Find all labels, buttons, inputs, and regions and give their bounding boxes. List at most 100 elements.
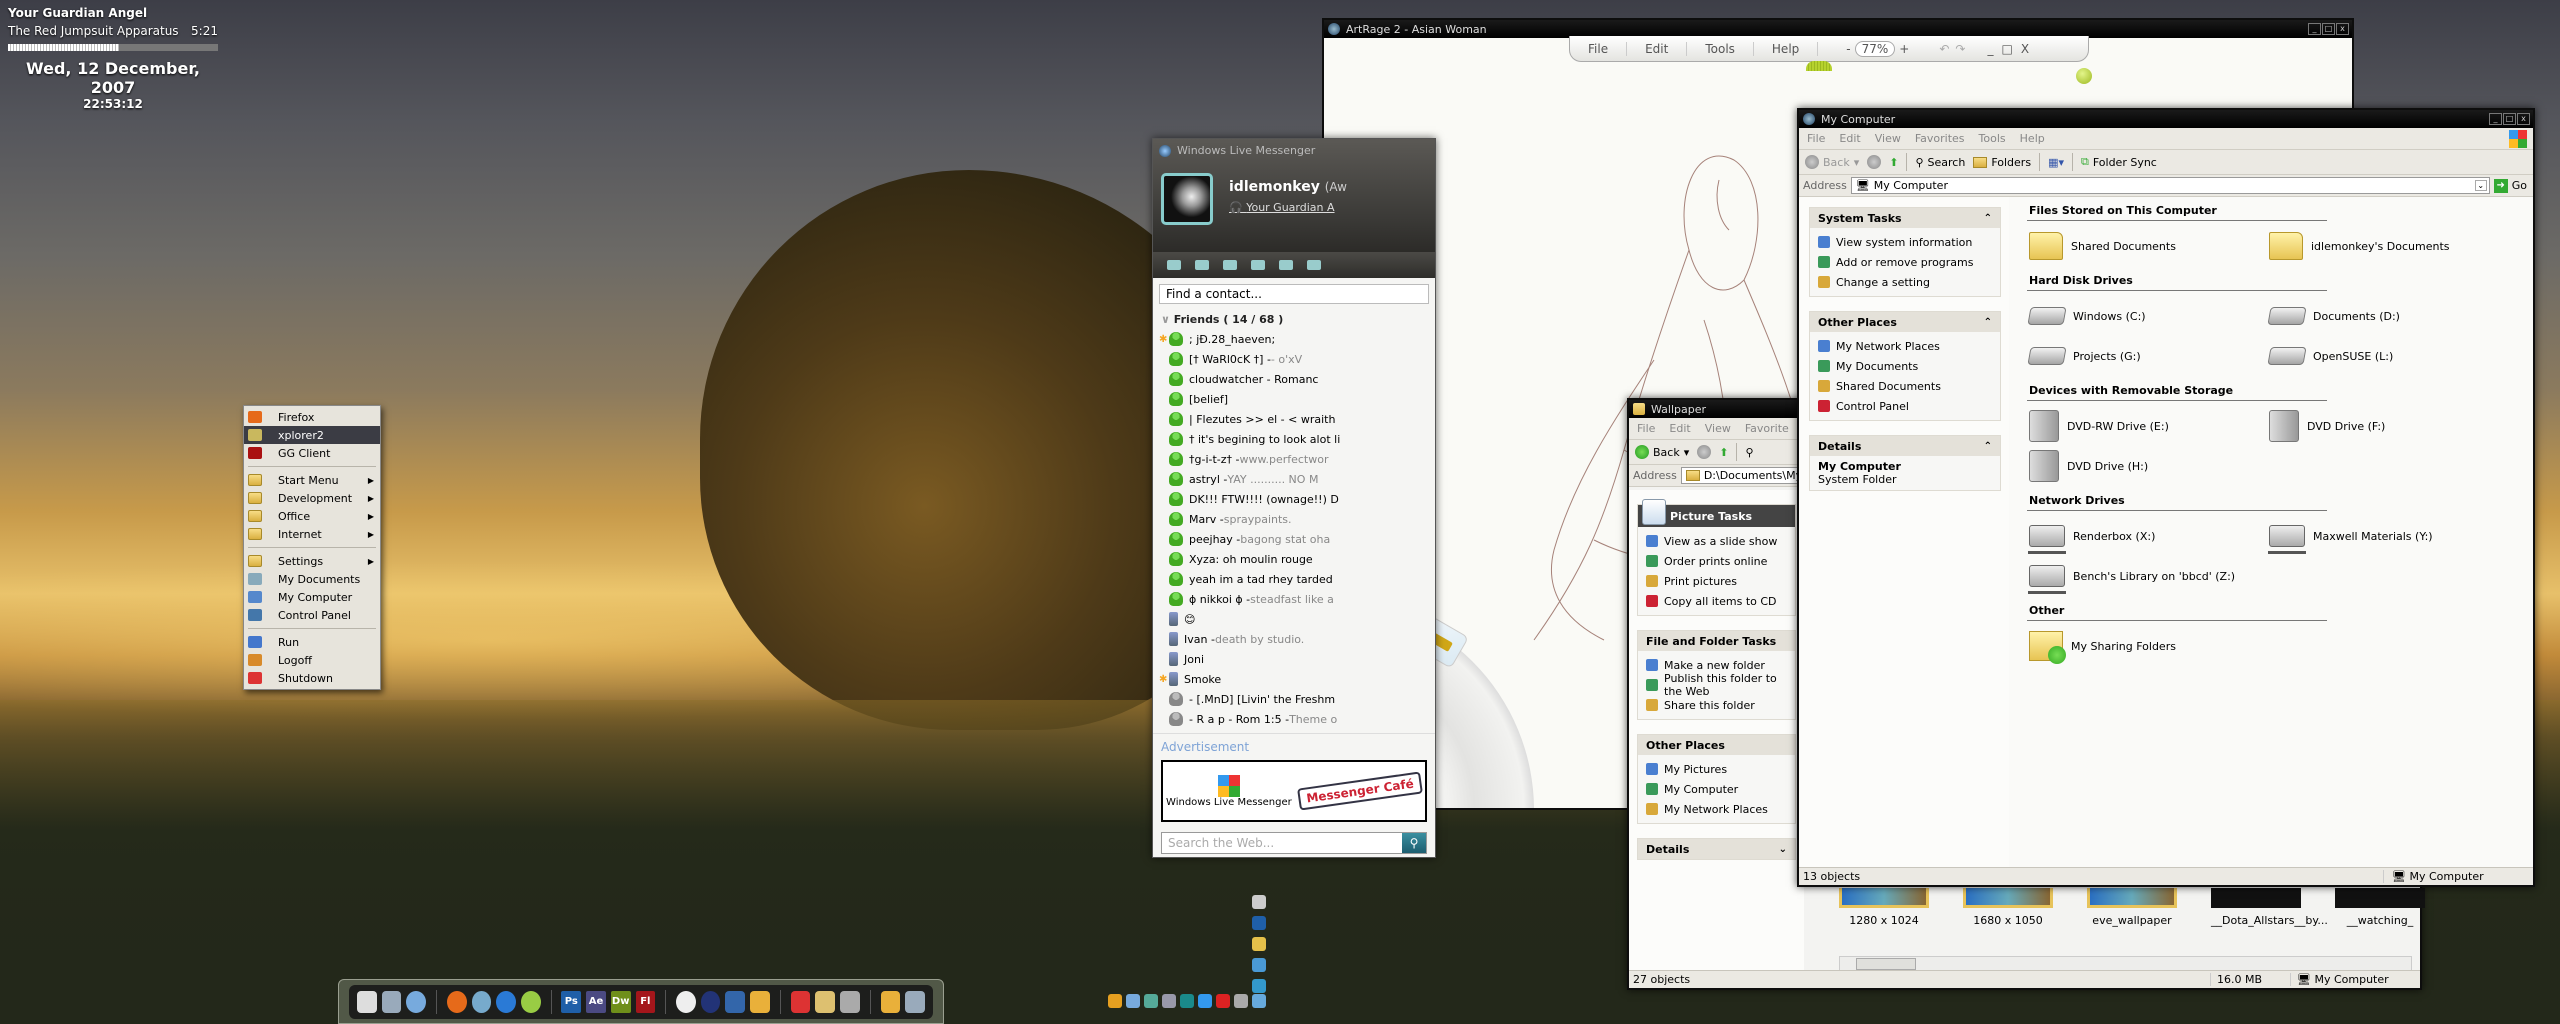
windows-flag-icon[interactable] <box>790 991 811 1013</box>
minimize-button[interactable]: _ <box>2308 23 2321 35</box>
dock-app-ps[interactable]: Ps <box>561 991 582 1013</box>
drive-item-windows-c[interactable]: Windows (C:) <box>2027 299 2267 333</box>
drive-item-dvd-drive-f[interactable]: DVD Drive (F:) <box>2267 409 2507 443</box>
artrage-menu-help[interactable]: Help <box>1754 41 1819 56</box>
tools-icon[interactable] <box>839 991 860 1013</box>
launcher-item-xplorer2[interactable]: xplorer2 <box>244 426 380 444</box>
launcher-item-office[interactable]: Office ▶ <box>244 507 380 525</box>
system-task-view-system-information[interactable]: View system information <box>1818 232 1992 252</box>
thumbnail-item[interactable]: 1280 x 1024 <box>1839 888 1929 927</box>
launcher-item-run[interactable]: Run <box>244 633 380 651</box>
other-place-my-pictures[interactable]: My Pictures <box>1646 759 1787 779</box>
drive-item-shared-documents[interactable]: Shared Documents <box>2027 229 2267 263</box>
close-button[interactable]: x <box>2336 23 2349 35</box>
search-icon[interactable]: ⚲ <box>1402 833 1426 853</box>
drive-item-dvd-rw-drive-e[interactable]: DVD-RW Drive (E:) <box>2027 409 2267 443</box>
menu-file[interactable]: File <box>1807 132 1825 145</box>
contact-item[interactable]: DK!!! FTW!!!! (ownage!!) D <box>1159 489 1435 509</box>
drive-item-idlemonkey-s-documents[interactable]: idlemonkey's Documents <box>2267 229 2507 263</box>
menu-view[interactable]: View <box>1705 422 1731 435</box>
add-contact-icon[interactable] <box>1223 260 1237 270</box>
launcher-item-start-menu[interactable]: Start Menu ▶ <box>244 471 380 489</box>
contact-item[interactable]: peejhay - bagong stat oha <box>1159 529 1435 549</box>
contact-item[interactable]: ✱ Smoke <box>1159 669 1435 689</box>
thumbnail-item[interactable]: eve_wallpaper <box>2087 888 2177 927</box>
drive-item-projects-g[interactable]: Projects (G:) <box>2027 339 2267 373</box>
artrage-minimize-button[interactable]: _ <box>1987 42 1993 56</box>
artrage-close-button[interactable]: X <box>2021 42 2029 56</box>
firefox-icon[interactable] <box>446 991 467 1013</box>
launcher-item-firefox[interactable]: Firefox <box>244 408 380 426</box>
zoom-in-button[interactable]: + <box>1899 42 1909 56</box>
safari-icon[interactable] <box>471 991 492 1013</box>
phone-icon[interactable] <box>1279 260 1293 270</box>
folders-button[interactable]: Folders <box>1973 156 2031 169</box>
mobile-icon[interactable] <box>1307 260 1321 270</box>
contact-item[interactable]: - R a p - Rom 1:5 - Theme o <box>1159 709 1435 729</box>
menu-favorites[interactable]: Favorites <box>1915 132 1965 145</box>
other-place-control-panel[interactable]: Control Panel <box>1818 396 1992 416</box>
go-arrow-icon[interactable]: ➜ <box>2493 178 2508 193</box>
contact-item[interactable]: Ivan - death by studio. <box>1159 629 1435 649</box>
dock-app-dw[interactable]: Dw <box>610 991 631 1013</box>
artrage-tray-icon[interactable] <box>1252 895 1266 909</box>
search-button[interactable]: ⚲ Search <box>1915 156 1965 169</box>
other-place-shared-documents[interactable]: Shared Documents <box>1818 376 1992 396</box>
up-folder-icon[interactable]: ⬆ <box>1719 446 1728 459</box>
close-button[interactable]: x <box>2517 113 2530 125</box>
thumbnail-item[interactable]: 1680 x 1050 <box>1963 888 2053 927</box>
redo-icon[interactable]: ↷ <box>1955 42 1965 56</box>
contact-item[interactable]: - [.MnD] [Livin' the Freshm <box>1159 689 1435 709</box>
sync-icon[interactable] <box>1180 994 1194 1008</box>
drive-item-my-sharing-folders[interactable]: My Sharing Folders <box>2027 629 2267 664</box>
find-contact-input[interactable]: Find a contact... <box>1159 284 1429 304</box>
skype-icon[interactable] <box>1162 994 1176 1008</box>
contact-item[interactable]: †g-i-t-z† - www.perfectwor <box>1159 449 1435 469</box>
contact-item[interactable]: † it's begining to look alot li <box>1159 429 1435 449</box>
contact-item[interactable]: ✱ ; jÐ.28_haeven; <box>1159 329 1435 349</box>
menu-collapse-handle[interactable] <box>1806 61 1832 71</box>
launcher-item-internet[interactable]: Internet ▶ <box>244 525 380 543</box>
contact-item[interactable]: Xyza: oh moulin rouge <box>1159 549 1435 569</box>
launcher-item-shutdown[interactable]: Shutdown <box>244 669 380 687</box>
back-button[interactable]: Back ▾ <box>1635 445 1689 459</box>
other-place-my-network-places[interactable]: My Network Places <box>1818 336 1992 356</box>
contact-item[interactable]: astryl - YAY .......... NO M <box>1159 469 1435 489</box>
artrage-maximize-button[interactable]: □ <box>2001 42 2012 56</box>
reference-pin-icon[interactable] <box>2076 68 2092 84</box>
contact-item[interactable]: Joni <box>1159 649 1435 669</box>
network-tray-icon[interactable] <box>1252 979 1266 993</box>
expand-icon[interactable]: ⌄ <box>1779 844 1787 855</box>
photoshop-tray-icon[interactable] <box>1252 916 1266 930</box>
messenger-status-icon[interactable] <box>1144 994 1158 1008</box>
up-folder-icon[interactable]: ⬆ <box>1889 156 1898 169</box>
launcher-item-control-panel[interactable]: Control Panel <box>244 606 380 624</box>
paint-icon[interactable] <box>1108 994 1122 1008</box>
drive-item-maxwell-materials-y[interactable]: Maxwell Materials (Y:) <box>2267 519 2507 554</box>
folder-sync-button[interactable]: ⧉ Folder Sync <box>2081 155 2157 169</box>
other-place-my-computer[interactable]: My Computer <box>1646 779 1787 799</box>
itunes-icon[interactable] <box>1126 994 1140 1008</box>
contact-item[interactable]: | Flezutes >> el - < wraith <box>1159 409 1435 429</box>
grid-icon[interactable] <box>1198 994 1212 1008</box>
contacts-folder-icon[interactable] <box>1195 260 1209 270</box>
system-task-change-a-setting[interactable]: Change a setting <box>1818 272 1992 292</box>
address-dropdown-icon[interactable]: ⌄ <box>2474 180 2487 191</box>
views-icon[interactable]: ▦▾ <box>2048 156 2064 169</box>
recycle-bin-icon[interactable] <box>905 991 925 1013</box>
friends-group-header[interactable]: ∨ Friends ( 14 / 68 ) <box>1153 310 1435 329</box>
forward-button[interactable] <box>1867 155 1882 169</box>
picture-task-order-prints-online[interactable]: Order prints online <box>1646 551 1787 571</box>
avatar[interactable] <box>1161 173 1213 225</box>
contact-item[interactable]: 😊 <box>1159 609 1435 629</box>
internet-explorer-icon[interactable] <box>496 991 516 1013</box>
launcher-item-gg-client[interactable]: GG Client <box>244 444 380 462</box>
maximize-button[interactable]: □ <box>2503 113 2516 125</box>
artrage-menu-edit[interactable]: Edit <box>1627 41 1688 56</box>
green-app-icon[interactable] <box>520 991 541 1013</box>
outlook-icon[interactable] <box>750 991 770 1013</box>
drive-item-renderbox-x[interactable]: Renderbox (X:) <box>2027 519 2267 554</box>
picture-task-print-pictures[interactable]: Print pictures <box>1646 571 1787 591</box>
volume-icon[interactable] <box>1234 994 1248 1008</box>
messenger-status[interactable]: (Aw <box>1325 180 1347 194</box>
